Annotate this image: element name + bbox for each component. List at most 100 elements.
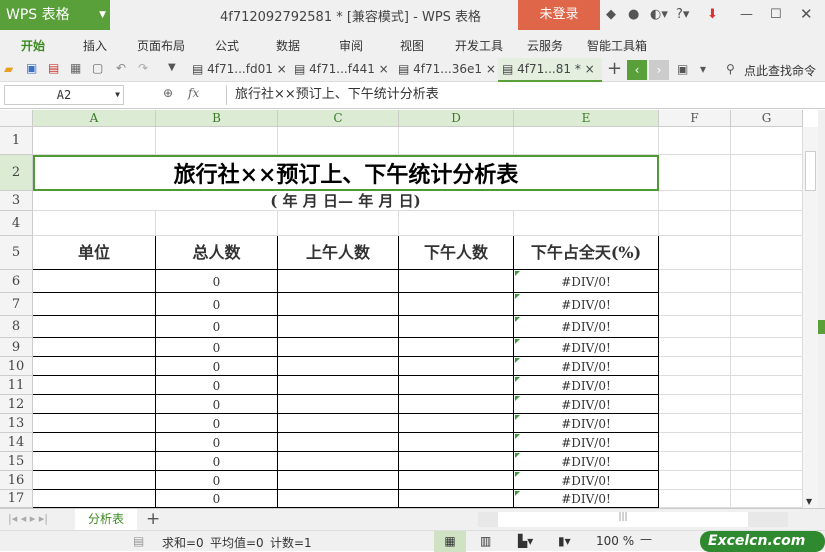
cell[interactable] [156, 127, 278, 155]
cell[interactable] [399, 471, 514, 490]
ratio-cell[interactable]: #DIV/0! [514, 435, 658, 451]
sheet-tab-analysis[interactable]: 分析表 [75, 509, 137, 530]
total-cell[interactable]: 0 [156, 435, 277, 451]
cell[interactable] [278, 490, 399, 508]
doc-tab-1[interactable]: ▤ 4f71...fd01 × [188, 58, 288, 82]
column-header-D[interactable]: D [399, 110, 514, 127]
cell[interactable] [399, 211, 514, 236]
cell[interactable] [731, 376, 803, 395]
ratio-cell[interactable]: #DIV/0! [514, 340, 658, 356]
row-header-3[interactable]: 3 [0, 191, 33, 211]
cell[interactable] [33, 395, 156, 414]
menu-data[interactable]: 数据 [276, 37, 300, 54]
row-header-7[interactable]: 7 [0, 293, 33, 316]
reading-view-icon[interactable]: ▙▾ [518, 534, 533, 548]
cell[interactable] [731, 293, 803, 316]
cell[interactable] [399, 490, 514, 508]
ratio-cell[interactable]: #DIV/0! [514, 492, 658, 507]
cell[interactable] [731, 414, 803, 433]
minimize-icon[interactable]: — [740, 7, 753, 22]
print-preview-icon[interactable]: ▢ [92, 61, 103, 75]
cell[interactable] [731, 471, 803, 490]
total-cell[interactable]: 0 [156, 295, 277, 315]
cell[interactable] [399, 452, 514, 471]
add-sheet-icon[interactable]: + [146, 509, 160, 529]
settings-icon[interactable]: ● [628, 7, 639, 22]
cell[interactable] [399, 414, 514, 433]
row-header-1[interactable]: 1 [0, 127, 33, 155]
column-header-A[interactable]: A [33, 110, 156, 127]
tab-next-icon[interactable]: › [649, 60, 669, 80]
row-header-11[interactable]: 11 [0, 376, 33, 395]
screen-icon[interactable]: ▣ [677, 62, 688, 76]
cell[interactable] [659, 211, 731, 236]
cell[interactable] [278, 452, 399, 471]
cell[interactable] [399, 433, 514, 452]
cell[interactable] [278, 376, 399, 395]
zoom-level[interactable]: 100 % [596, 534, 634, 548]
column-header-B[interactable]: B [156, 110, 278, 127]
cell[interactable] [731, 357, 803, 376]
cell[interactable] [33, 316, 156, 338]
header-cell[interactable]: 下午占全天(%) [514, 236, 659, 270]
cell[interactable] [399, 270, 514, 293]
vertical-scrollbar[interactable]: ▼ [803, 127, 818, 508]
cell[interactable] [514, 211, 659, 236]
zoom-out-icon[interactable]: — [640, 532, 652, 546]
cell[interactable] [659, 414, 731, 433]
cell[interactable] [731, 433, 803, 452]
cell[interactable] [731, 191, 803, 211]
search-icon[interactable]: ⚲ [726, 62, 735, 76]
cell[interactable] [33, 452, 156, 471]
row-header-16[interactable]: 16 [0, 471, 33, 490]
header-cell[interactable]: 下午人数 [399, 236, 514, 270]
total-cell[interactable]: 0 [156, 359, 277, 375]
cell[interactable] [278, 357, 399, 376]
cell[interactable] [278, 433, 399, 452]
skin-icon[interactable]: ◆ [606, 7, 616, 22]
cell[interactable] [278, 316, 399, 338]
cell[interactable] [659, 338, 731, 357]
cell[interactable] [33, 471, 156, 490]
filter-icon[interactable]: ▾ [700, 62, 706, 76]
close-tab-icon[interactable]: × [581, 62, 595, 76]
cell[interactable] [399, 127, 514, 155]
ratio-cell[interactable]: #DIV/0! [514, 295, 658, 315]
row-header-14[interactable]: 14 [0, 433, 33, 452]
ratio-cell[interactable]: #DIV/0! [514, 272, 658, 292]
login-button[interactable]: 未登录 [518, 0, 600, 30]
cell[interactable] [33, 490, 156, 508]
undo-icon[interactable]: ↶ [116, 61, 126, 75]
export-pdf-icon[interactable]: ▤ [48, 61, 59, 75]
search-command[interactable]: 点此查找命令 [744, 62, 816, 79]
cell[interactable] [731, 452, 803, 471]
ratio-cell[interactable]: #DIV/0! [514, 416, 658, 432]
open-icon[interactable]: ▰ [4, 62, 13, 76]
menu-review[interactable]: 审阅 [339, 37, 363, 54]
new-tab-icon[interactable]: + [607, 58, 622, 79]
column-header-E[interactable]: E [514, 110, 659, 127]
cell[interactable] [731, 236, 803, 270]
header-cell[interactable]: 单位 [33, 236, 156, 270]
print-icon[interactable]: ▦ [70, 61, 81, 75]
row-header-4[interactable]: 4 [0, 211, 33, 236]
row-header-8[interactable]: 8 [0, 316, 33, 338]
horizontal-scrollbar[interactable]: ||| [478, 512, 788, 527]
cell[interactable] [659, 155, 731, 191]
close-icon[interactable]: ✕ [800, 5, 813, 23]
cell[interactable] [659, 127, 731, 155]
total-cell[interactable]: 0 [156, 473, 277, 489]
redo-icon[interactable]: ↷ [138, 61, 148, 75]
cell[interactable] [399, 376, 514, 395]
ratio-cell[interactable]: #DIV/0! [514, 378, 658, 394]
cell[interactable] [33, 357, 156, 376]
cell[interactable] [156, 211, 278, 236]
cell[interactable] [659, 236, 731, 270]
help-icon[interactable]: ?▾ [676, 7, 689, 22]
eye-protect-icon[interactable]: ▮▾ [558, 534, 571, 548]
scroll-down-icon[interactable]: ▼ [806, 497, 812, 506]
name-box[interactable]: A2 ▼ [4, 85, 124, 105]
header-cell[interactable]: 总人数 [156, 236, 278, 270]
cell[interactable] [731, 338, 803, 357]
cell[interactable] [399, 395, 514, 414]
